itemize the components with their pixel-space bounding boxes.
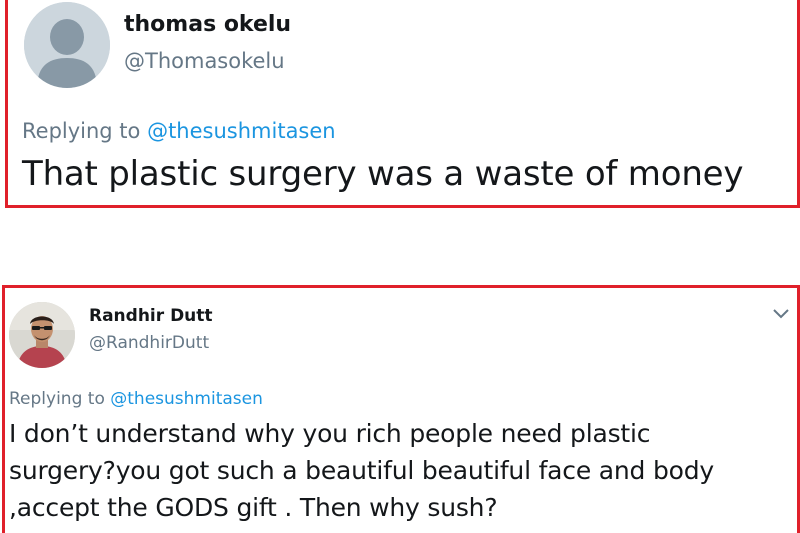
tweet-text: That plastic surgery was a waste of mone… [22,154,744,194]
mention-link[interactable]: @thesushmitasen [110,389,263,409]
tweet-text-line: ,accept the GODS gift . Then why sush? [9,493,498,522]
author-handle[interactable]: @Thomasokelu [124,49,285,73]
tweet-text-line: surgery?you got such a beautiful beautif… [9,456,714,485]
replying-to-prefix: Replying to [22,119,148,143]
user-photo-avatar[interactable] [9,302,75,368]
author-name[interactable]: Randhir Dutt [89,306,213,326]
replying-to-label: Replying to @thesushmitasen [22,119,336,143]
author-name[interactable]: thomas okelu [124,12,291,37]
author-handle[interactable]: @RandhirDutt [89,333,209,353]
chevron-down-icon[interactable] [771,306,791,322]
replying-to-label: Replying to @thesushmitasen [9,389,263,409]
tweet-text-line: I don’t understand why you rich people n… [9,419,651,448]
mention-link[interactable]: @thesushmitasen [147,119,336,143]
tweet-card-thomas-okelu: thomas okelu @Thomasokelu Replying to @t… [5,0,800,208]
tweet-card-randhir-dutt: Randhir Dutt @RandhirDutt Replying to @t… [2,285,800,533]
replying-to-prefix: Replying to [9,389,111,409]
tweet-text: I don’t understand why you rich people n… [9,415,800,526]
default-avatar-icon[interactable] [24,2,110,88]
